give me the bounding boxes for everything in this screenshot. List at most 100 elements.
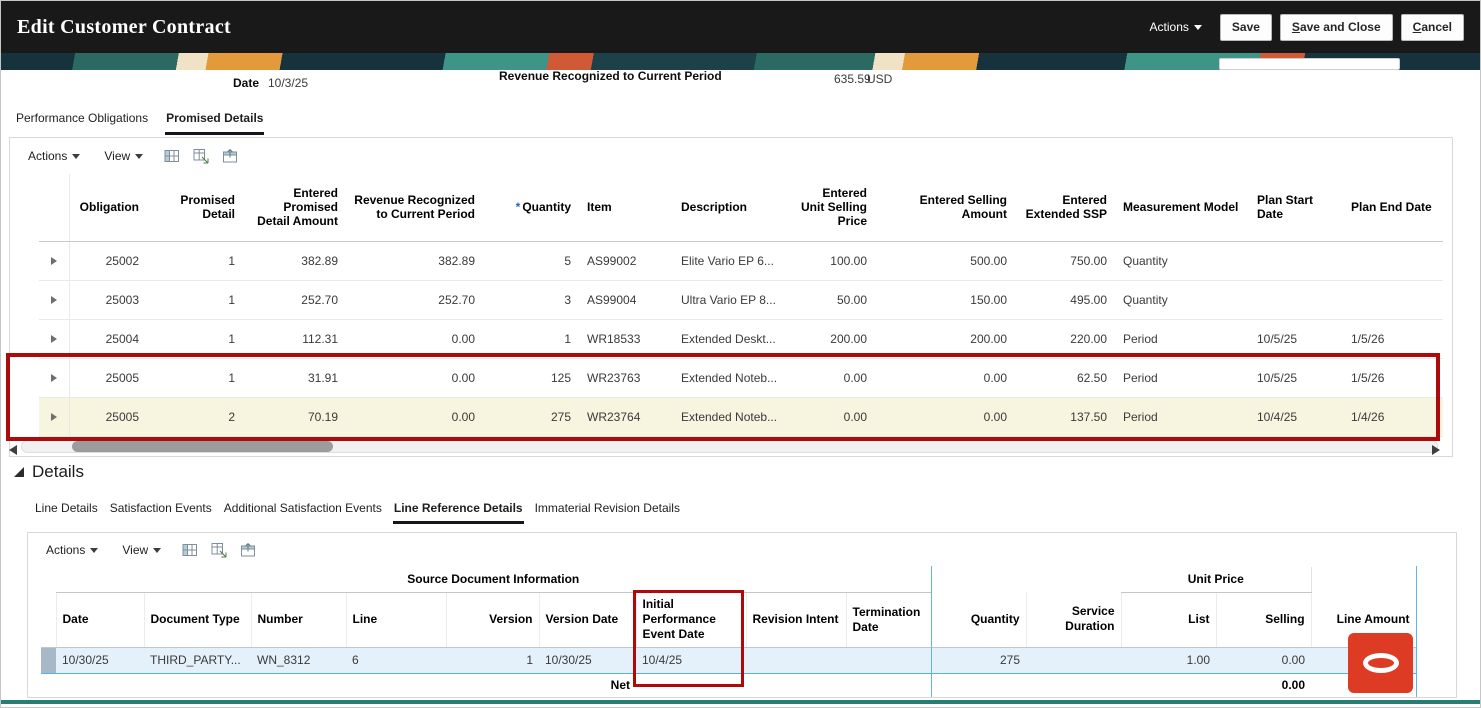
- banner-overlay-panel: [1219, 58, 1400, 70]
- date-label: Date: [233, 76, 259, 90]
- col-entered-promised-detail-amount: Entered Promised Detail Amount: [243, 174, 346, 241]
- cell-selling-amount: 150.00: [875, 280, 1015, 319]
- cell-version-date: 10/30/25: [539, 647, 636, 673]
- net-value: 0.00: [1216, 673, 1311, 697]
- detail-row-selected[interactable]: 10/30/25 THIRD_PARTY... WN_8312 6 1 10/3…: [41, 647, 1416, 673]
- cell-plan-start-date: 10/4/25: [1249, 397, 1343, 436]
- expand-row-icon[interactable]: [51, 413, 57, 421]
- horizontal-scrollbar[interactable]: [21, 440, 1438, 453]
- details-toolbar: Actions View: [28, 533, 1456, 567]
- col-promised-detail: Promised Detail: [147, 174, 243, 241]
- cancel-button[interactable]: Cancel: [1401, 14, 1464, 41]
- cell-measurement-model: Period: [1115, 358, 1249, 397]
- cell-plan-end-date: [1343, 280, 1443, 319]
- detach-icon[interactable]: [222, 148, 238, 164]
- chevron-down-icon: [1194, 25, 1202, 30]
- cell-unit-selling-price: 0.00: [791, 358, 875, 397]
- cell-obligation: 25002: [69, 241, 147, 280]
- cell-item: WR23764: [579, 397, 673, 436]
- export-to-excel-icon[interactable]: [193, 148, 209, 164]
- cell-measurement-model: Quantity: [1115, 280, 1249, 319]
- details-view-menu[interactable]: View: [122, 543, 161, 557]
- header-actions-menu[interactable]: Actions: [1150, 20, 1202, 34]
- table-icon-group: [164, 148, 238, 164]
- tab-satisfaction-events[interactable]: Satisfaction Events: [109, 497, 213, 524]
- freeze-icon[interactable]: [164, 148, 180, 164]
- expand-row-icon[interactable]: [51, 335, 57, 343]
- cell-measurement-model: Period: [1115, 397, 1249, 436]
- details-actions-menu[interactable]: Actions: [46, 543, 98, 557]
- cell-extended-ssp: 495.00: [1015, 280, 1115, 319]
- ask-oracle-chat-icon[interactable]: [1348, 633, 1413, 693]
- tab-additional-satisfaction-events[interactable]: Additional Satisfaction Events: [223, 497, 383, 524]
- expand-row-icon[interactable]: [51, 374, 57, 382]
- cell-revenue-recognized: 252.70: [346, 280, 483, 319]
- cell-plan-end-date: 1/5/26: [1343, 319, 1443, 358]
- expander-column-header: [39, 174, 69, 241]
- col-quantity: Quantity: [931, 592, 1026, 647]
- col-date: Date: [56, 592, 144, 647]
- col-revenue-recognized: Revenue Recognized to Current Period: [346, 174, 483, 241]
- cell-initial-performance-event-date: 10/4/25: [636, 647, 746, 673]
- cell-revenue-recognized: 0.00: [346, 319, 483, 358]
- cell-revenue-recognized: 0.00: [346, 358, 483, 397]
- cell-plan-end-date: 1/5/26: [1343, 358, 1443, 397]
- table-actions-menu[interactable]: Actions: [28, 149, 80, 163]
- table-row[interactable]: 25005 1 31.91 0.00 125 WR23763 Extended …: [39, 358, 1443, 397]
- collapse-section-icon[interactable]: [14, 467, 24, 477]
- chevron-down-icon: [153, 548, 161, 553]
- table-row[interactable]: 25004 1 112.31 0.00 1 WR18533 Extended D…: [39, 319, 1443, 358]
- cell-plan-end-date: [1343, 241, 1443, 280]
- promised-details-table: Obligation Promised Detail Entered Promi…: [39, 174, 1443, 437]
- table-row-selected[interactable]: 25005 2 70.19 0.00 275 WR23764 Extended …: [39, 397, 1443, 436]
- scroll-left-arrow[interactable]: [9, 445, 17, 455]
- expand-row-icon[interactable]: [51, 296, 57, 304]
- tab-immaterial-revision-details[interactable]: Immaterial Revision Details: [534, 497, 681, 524]
- cell-quantity: 125: [483, 358, 579, 397]
- cell-extended-ssp: 220.00: [1015, 319, 1115, 358]
- cell-unit-selling-price: 100.00: [791, 241, 875, 280]
- table-row[interactable]: 25003 1 252.70 252.70 3 AS99004 Ultra Va…: [39, 280, 1443, 319]
- cell-entered-amount: 252.70: [243, 280, 346, 319]
- net-label: Net: [41, 673, 636, 697]
- promised-details-panel: Actions View: [9, 137, 1453, 457]
- tab-line-details[interactable]: Line Details: [34, 497, 99, 524]
- tab-performance-obligations[interactable]: Performance Obligations: [15, 105, 149, 135]
- save-and-close-button[interactable]: Save and Close: [1280, 14, 1393, 41]
- cell-quantity: 275: [483, 397, 579, 436]
- row-selector[interactable]: [41, 647, 56, 673]
- cell-revision-intent: [746, 647, 846, 673]
- cell-line: 6: [346, 647, 446, 673]
- cell-selling: 0.00: [1216, 647, 1311, 673]
- cell-quantity: 5: [483, 241, 579, 280]
- scroll-right-arrow[interactable]: [1432, 445, 1440, 455]
- cell-quantity: 275: [931, 647, 1026, 673]
- save-button[interactable]: Save: [1220, 14, 1272, 41]
- chevron-down-icon: [135, 154, 143, 159]
- detach-icon[interactable]: [240, 542, 256, 558]
- revenue-recognized-label: Revenue Recognized to Current Period: [499, 69, 722, 83]
- cell-plan-start-date: 10/5/25: [1249, 358, 1343, 397]
- table-row[interactable]: 25002 1 382.89 382.89 5 AS99002 Elite Va…: [39, 241, 1443, 280]
- expand-row-icon[interactable]: [51, 257, 57, 265]
- main-tabs: Performance Obligations Promised Details: [15, 105, 264, 135]
- cell-document-type: THIRD_PARTY...: [144, 647, 251, 673]
- cell-promised-detail: 2: [147, 397, 243, 436]
- cell-plan-start-date: [1249, 280, 1343, 319]
- cell-entered-amount: 382.89: [243, 241, 346, 280]
- cell-quantity: 1: [483, 319, 579, 358]
- scrollbar-thumb[interactable]: [72, 441, 333, 452]
- export-to-excel-icon[interactable]: [211, 542, 227, 558]
- col-service-duration: Service Duration: [1026, 592, 1121, 647]
- page-header: Edit Customer Contract Actions Save Save…: [1, 1, 1480, 53]
- group-source-document-information: Source Document Information: [56, 567, 931, 592]
- col-document-type: Document Type: [144, 592, 251, 647]
- tab-promised-details[interactable]: Promised Details: [165, 105, 264, 135]
- freeze-icon[interactable]: [182, 542, 198, 558]
- cell-unit-selling-price: 200.00: [791, 319, 875, 358]
- table-view-menu[interactable]: View: [104, 149, 143, 163]
- cell-plan-end-date: 1/4/26: [1343, 397, 1443, 436]
- tab-line-reference-details[interactable]: Line Reference Details: [393, 497, 524, 524]
- col-quantity: *Quantity: [483, 174, 579, 241]
- details-section-header: Details: [14, 462, 84, 482]
